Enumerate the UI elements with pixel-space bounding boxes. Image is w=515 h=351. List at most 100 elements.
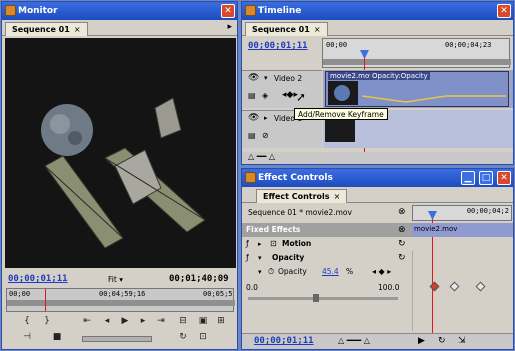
timeline-ruler[interactable]: 00;00 00;00;04;23: [322, 38, 511, 68]
expand-triangle-icon[interactable]: ▾: [258, 251, 262, 265]
chevron-down-icon: ▾: [119, 275, 123, 284]
clip-bar[interactable]: movie2.mov: [412, 223, 512, 237]
monitor-tabrow: Sequence 01 × ▸: [2, 20, 237, 36]
ruler-label-mid: 00;04;59;16: [99, 290, 146, 298]
panel-menu-icon[interactable]: ▸: [227, 22, 232, 32]
effect-enabled-icon[interactable]: ƒ: [246, 237, 249, 251]
expand-triangle-icon[interactable]: ▾: [258, 265, 262, 279]
lift-icon[interactable]: ⊟: [178, 316, 188, 326]
opacity-slider[interactable]: [248, 294, 398, 302]
export-frame-icon[interactable]: ▣: [198, 316, 208, 326]
sequence-label: Sequence 01 * movie2.mov: [248, 208, 352, 217]
collapse-triangle-icon[interactable]: ▸: [264, 114, 268, 122]
zoom-slider-icon[interactable]: △ ━━ △: [248, 152, 275, 161]
timeline-titlebar[interactable]: Timeline ✕: [242, 2, 513, 20]
go-out-icon[interactable]: ⇥: [156, 316, 166, 326]
eye-icon[interactable]: 👁: [248, 113, 259, 123]
safe-margins-icon[interactable]: ⊡: [198, 332, 208, 342]
close-tab-icon[interactable]: ×: [314, 25, 321, 34]
show-hide-timeline-icon[interactable]: ⊗: [398, 205, 406, 219]
keyframe-nav-icon[interactable]: ◂ ◆ ▸: [372, 265, 391, 279]
maximize-icon[interactable]: □: [479, 171, 493, 185]
close-icon[interactable]: ✕: [497, 4, 511, 18]
mark-in-icon[interactable]: {: [22, 316, 32, 326]
opacity-value[interactable]: 45.4: [322, 265, 339, 279]
tab-effect-controls[interactable]: Effect Controls ×: [256, 189, 348, 203]
motion-label: Motion: [282, 239, 312, 248]
opacity-property-label: Opacity: [278, 267, 307, 276]
tab-label: Sequence 01: [252, 25, 310, 34]
effect-controls-ruler[interactable]: 00;00;04;2: [412, 205, 512, 221]
timeline-tabrow: Sequence 01 ×: [242, 20, 513, 36]
ruler-label-end: 00;00;04;23: [445, 41, 492, 49]
opacity-group-label: Opacity: [272, 253, 305, 262]
app-icon: [245, 5, 256, 16]
opacity-value-suffix: %: [346, 267, 354, 276]
effect-controls-title: Effect Controls: [258, 173, 333, 183]
output-icon[interactable]: ⊞: [216, 316, 226, 326]
close-tab-icon[interactable]: ×: [334, 192, 341, 201]
play-icon[interactable]: ▶: [120, 316, 130, 326]
loop-icon[interactable]: ↻: [438, 336, 446, 346]
collapse-triangle-icon[interactable]: ▾: [264, 74, 268, 82]
mouse-cursor-icon: ➚: [296, 90, 307, 104]
lock-icon[interactable]: ⊘: [262, 131, 269, 140]
shuttle-slider[interactable]: [82, 336, 152, 342]
monitor-title: Monitor: [18, 6, 58, 16]
slider-max: 100.0: [378, 283, 400, 292]
expand-triangle-icon[interactable]: ▸: [258, 237, 262, 251]
timeline-title: Timeline: [258, 6, 302, 16]
step-back-icon[interactable]: ◂: [102, 316, 112, 326]
step-forward-icon[interactable]: ▸: [138, 316, 148, 326]
satellite-image: [41, 97, 206, 249]
close-icon[interactable]: ✕: [221, 4, 235, 18]
effect-enabled-icon[interactable]: ƒ: [246, 251, 249, 265]
go-in-icon[interactable]: ⇤: [82, 316, 92, 326]
close-tab-icon[interactable]: ×: [74, 25, 81, 34]
work-area-bar[interactable]: [323, 59, 511, 65]
minimize-icon[interactable]: ▁: [461, 171, 475, 185]
app-icon: [5, 5, 16, 16]
display-style-icon[interactable]: ▤: [248, 91, 256, 100]
keyframe-toggle-icon[interactable]: ◈: [262, 91, 268, 100]
play-icon[interactable]: ▶: [418, 336, 425, 346]
clip-bar-label: movie2.mov: [414, 225, 458, 233]
timeline-panel: Timeline ✕ Sequence 01 × 00;00;01;11 00;0…: [241, 1, 514, 165]
fit-dropdown[interactable]: Fit ▾: [108, 275, 123, 284]
opacity-rubberband[interactable]: [326, 72, 510, 108]
timeline-timecode[interactable]: 00;00;01;11: [248, 41, 308, 51]
mark-out-icon[interactable]: }: [42, 316, 52, 326]
work-area-bar[interactable]: [7, 300, 235, 306]
track-video2-area[interactable]: movie2.mov Opacity:Opacity: [323, 70, 513, 108]
effect-controls-panel: Effect Controls ▁ □ ✕ Effect Controls × S…: [241, 168, 514, 350]
stop-icon[interactable]: ■: [52, 332, 62, 342]
reset-icon[interactable]: ↻: [398, 251, 406, 265]
timecode-current[interactable]: 00;00;01;11: [8, 274, 68, 284]
fixed-effects-toggle-icon[interactable]: ⊗: [398, 223, 406, 237]
ruler-label-start: 00;00: [9, 290, 31, 298]
tab-sequence-01[interactable]: Sequence 01 ×: [5, 22, 88, 36]
monitor-titlebar[interactable]: Monitor ✕: [2, 2, 237, 20]
effect-controls-timecode[interactable]: 00;00;01;11: [254, 336, 314, 346]
clip-movie2[interactable]: movie2.mov Opacity:Opacity: [325, 71, 509, 107]
zoom-slider-icon[interactable]: △ ━━━ △: [338, 336, 370, 345]
clip-thumbnail: [325, 118, 355, 142]
reset-icon[interactable]: ↻: [398, 237, 406, 251]
slider-min: 0.0: [246, 283, 258, 292]
loop-icon[interactable]: ↻: [178, 332, 188, 342]
effect-controls-titlebar[interactable]: Effect Controls ▁ □ ✕: [242, 169, 513, 187]
ruler-label-start: 00;00: [326, 41, 348, 49]
close-icon[interactable]: ✕: [497, 171, 511, 185]
track-video2-header: 👁 ▾ Video 2 ▤ ◈ ◂◆▸: [242, 70, 322, 108]
monitor-ruler[interactable]: 00;00 00;04;59;16 00;05;5: [6, 288, 235, 312]
tab-sequence-01[interactable]: Sequence 01 ×: [245, 22, 328, 36]
stopwatch-icon[interactable]: ⏱: [268, 265, 274, 279]
timeline-bottom-bar: △ ━━ △: [242, 152, 513, 164]
go-previous-edit-icon[interactable]: ⊣: [22, 332, 32, 342]
display-style-icon[interactable]: ▤: [248, 131, 256, 140]
timecode-duration: 00;01;40;09: [169, 274, 229, 284]
eye-icon[interactable]: 👁: [248, 73, 259, 83]
playhead-line[interactable]: [45, 289, 46, 311]
export-icon[interactable]: ⇲: [458, 336, 466, 346]
opacity-slider-thumb[interactable]: [313, 294, 320, 302]
